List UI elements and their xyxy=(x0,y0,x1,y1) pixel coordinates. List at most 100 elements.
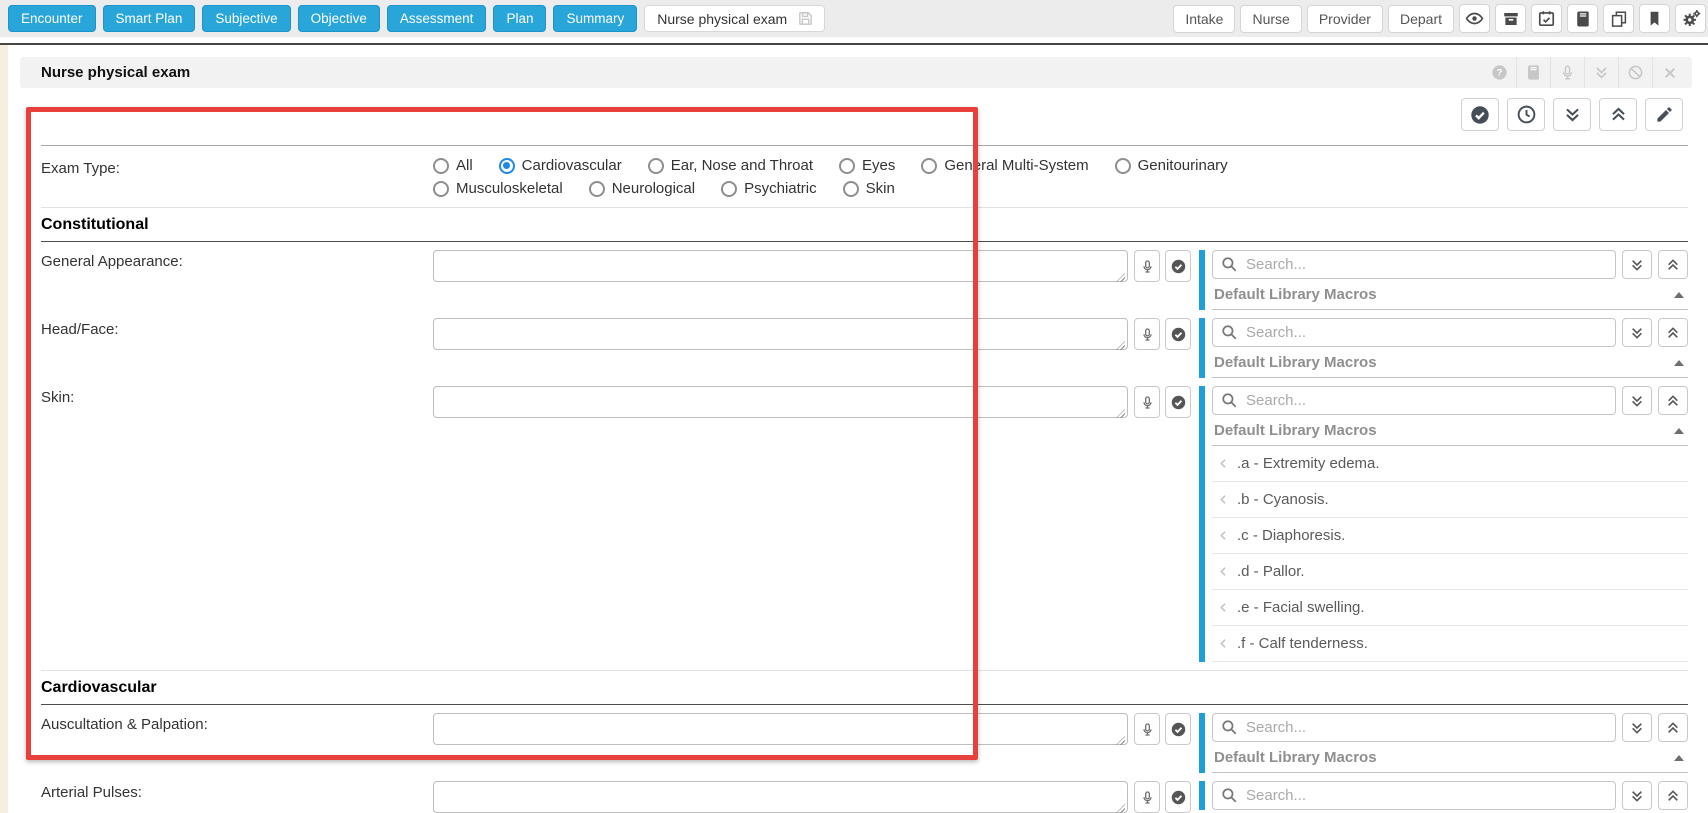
chevron-left-icon xyxy=(1216,600,1231,615)
tab-assessment[interactable]: Assessment xyxy=(387,5,487,32)
radio-circle-icon[interactable] xyxy=(433,158,449,174)
radio-all[interactable]: All xyxy=(433,157,473,174)
radio-musculoskeletal[interactable]: Musculoskeletal xyxy=(433,180,563,197)
expand-all-button[interactable] xyxy=(1599,98,1637,131)
arterial-pulses-textarea[interactable] xyxy=(433,781,1128,813)
radio-circle-icon[interactable] xyxy=(648,158,664,174)
tab-encounter[interactable]: Encounter xyxy=(8,5,96,32)
radio-circle-icon[interactable] xyxy=(843,181,859,197)
radio-skin[interactable]: Skin xyxy=(843,180,895,197)
field-label: Head/Face: xyxy=(41,318,433,338)
collapse-all-button[interactable] xyxy=(1553,98,1591,131)
radio-circle-icon[interactable] xyxy=(589,181,605,197)
skin-textarea[interactable] xyxy=(433,386,1128,418)
caret-up-icon xyxy=(1674,428,1684,434)
radio-eyes[interactable]: Eyes xyxy=(839,157,895,174)
radio-neurological[interactable]: Neurological xyxy=(589,180,695,197)
macro-search-input[interactable] xyxy=(1212,713,1616,742)
dictate-mic-button[interactable] xyxy=(1134,386,1160,418)
macro-item[interactable]: .d - Pallor. xyxy=(1212,554,1688,590)
confirm-check-button[interactable] xyxy=(1165,386,1191,418)
default-library-macros-header[interactable]: Default Library Macros xyxy=(1212,415,1688,446)
tab-summary[interactable]: Summary xyxy=(553,5,637,32)
move-up-button[interactable] xyxy=(1658,318,1688,347)
radio-label: Psychiatric xyxy=(744,180,817,197)
move-down-button[interactable] xyxy=(1622,250,1652,279)
edit-pencil-button[interactable] xyxy=(1645,98,1683,131)
radio-general-multi-system[interactable]: General Multi-System xyxy=(921,157,1088,174)
radio-circle-icon[interactable] xyxy=(721,181,737,197)
macro-item[interactable]: .f - Calf tenderness. xyxy=(1212,626,1688,662)
radio-psychiatric[interactable]: Psychiatric xyxy=(721,180,817,197)
exam-row-general-appearance: General Appearance: Default Library Macr… xyxy=(41,250,1688,310)
ban-icon[interactable] xyxy=(1618,57,1652,88)
tab-objective[interactable]: Objective xyxy=(298,5,380,32)
help-icon[interactable]: ? xyxy=(1482,57,1516,88)
clock-button[interactable] xyxy=(1507,98,1545,131)
confirm-check-button[interactable] xyxy=(1165,318,1191,350)
radio-circle-icon[interactable] xyxy=(499,158,515,174)
dictate-mic-button[interactable] xyxy=(1134,781,1160,813)
macro-search-input[interactable] xyxy=(1212,781,1616,810)
move-down-button[interactable] xyxy=(1622,386,1652,415)
radio-circle-icon[interactable] xyxy=(921,158,937,174)
intake-button[interactable]: Intake xyxy=(1173,5,1235,33)
tab-nurse-physical-exam-active[interactable]: Nurse physical exam xyxy=(644,5,825,32)
book-icon[interactable] xyxy=(1567,4,1598,33)
move-up-button[interactable] xyxy=(1658,386,1688,415)
macro-item[interactable]: .c - Diaphoresis. xyxy=(1212,518,1688,554)
confirm-check-button[interactable] xyxy=(1165,781,1191,813)
save-icon[interactable] xyxy=(797,10,814,27)
bookmark-icon[interactable] xyxy=(1639,4,1670,33)
macro-item[interactable]: .e - Facial swelling. xyxy=(1212,590,1688,626)
head-face-textarea[interactable] xyxy=(433,318,1128,350)
radio-circle-icon[interactable] xyxy=(1115,158,1131,174)
macro-search-input[interactable] xyxy=(1212,250,1616,279)
default-library-macros-header[interactable]: Default Library Macros xyxy=(1212,279,1688,310)
provider-button[interactable]: Provider xyxy=(1307,5,1383,33)
radio-circle-icon[interactable] xyxy=(839,158,855,174)
archive-box-icon[interactable] xyxy=(1495,4,1526,33)
move-down-button[interactable] xyxy=(1622,713,1652,742)
move-up-button[interactable] xyxy=(1658,781,1688,810)
move-up-button[interactable] xyxy=(1658,250,1688,279)
dictate-mic-button[interactable] xyxy=(1134,250,1160,282)
depart-button[interactable]: Depart xyxy=(1388,5,1454,33)
radio-circle-icon[interactable] xyxy=(433,181,449,197)
macro-label: .e - Facial swelling. xyxy=(1237,599,1365,616)
divider xyxy=(41,670,1688,671)
move-down-button[interactable] xyxy=(1622,781,1652,810)
macro-search-input[interactable] xyxy=(1212,386,1616,415)
check-circle-button[interactable] xyxy=(1461,98,1499,131)
confirm-check-button[interactable] xyxy=(1165,250,1191,282)
auscultation-palpation-textarea[interactable] xyxy=(433,713,1128,745)
radio-ear-nose-throat[interactable]: Ear, Nose and Throat xyxy=(648,157,813,174)
library-book-icon[interactable] xyxy=(1516,57,1550,88)
confirm-check-button[interactable] xyxy=(1165,713,1191,745)
dictate-mic-button[interactable] xyxy=(1134,318,1160,350)
move-down-button[interactable] xyxy=(1622,318,1652,347)
radio-cardiovascular[interactable]: Cardiovascular xyxy=(499,157,622,174)
calendar-check-icon[interactable] xyxy=(1531,4,1562,33)
tab-smart-plan[interactable]: Smart Plan xyxy=(103,5,196,32)
exam-row-skin: Skin: Default Library Macros .a - Extrem… xyxy=(41,386,1688,662)
macro-item[interactable]: .b - Cyanosis. xyxy=(1212,482,1688,518)
move-up-button[interactable] xyxy=(1658,713,1688,742)
close-icon[interactable] xyxy=(1652,57,1686,88)
copy-pages-icon[interactable] xyxy=(1603,4,1634,33)
nurse-button[interactable]: Nurse xyxy=(1240,5,1301,33)
default-library-macros-header[interactable]: Default Library Macros xyxy=(1212,347,1688,378)
exam-row-head-face: Head/Face: Default Library Macros xyxy=(41,318,1688,378)
double-chevron-down-icon[interactable] xyxy=(1584,57,1618,88)
dictate-mic-button[interactable] xyxy=(1134,713,1160,745)
default-library-macros-header[interactable]: Default Library Macros xyxy=(1212,742,1688,773)
macro-item[interactable]: .a - Extremity edema. xyxy=(1212,446,1688,482)
microphone-icon[interactable] xyxy=(1550,57,1584,88)
tab-subjective[interactable]: Subjective xyxy=(202,5,290,32)
tab-plan[interactable]: Plan xyxy=(493,5,546,32)
eye-icon[interactable] xyxy=(1459,4,1490,33)
general-appearance-textarea[interactable] xyxy=(433,250,1128,282)
macro-search-input[interactable] xyxy=(1212,318,1616,347)
radio-genitourinary[interactable]: Genitourinary xyxy=(1115,157,1228,174)
settings-gears-icon[interactable] xyxy=(1675,4,1706,33)
